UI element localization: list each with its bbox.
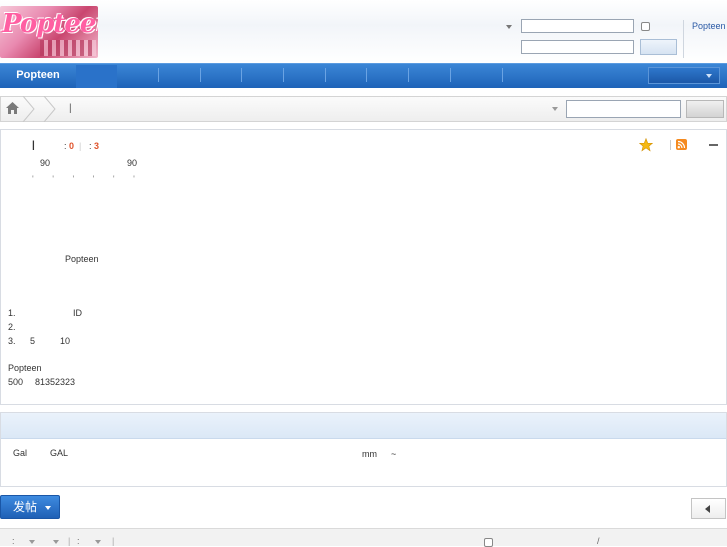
breadcrumb-chevron-icon bbox=[43, 96, 56, 122]
new-post-label: 发帖 bbox=[13, 500, 38, 514]
password-input[interactable] bbox=[521, 40, 634, 54]
breadcrumb-current[interactable]: | bbox=[69, 103, 72, 114]
search-scope-dropdown-icon[interactable] bbox=[552, 107, 558, 111]
thread-meta-unit: mm bbox=[362, 449, 377, 459]
rule-item-2-number: 2. bbox=[8, 322, 16, 332]
footer-number: 81352323 bbox=[35, 377, 76, 387]
breadcrumb-chevron-icon bbox=[22, 96, 35, 122]
logo-decoration bbox=[40, 40, 96, 56]
filter-bar bbox=[0, 528, 727, 546]
chevron-left-icon bbox=[705, 505, 710, 513]
login-type-dropdown-icon[interactable] bbox=[506, 25, 512, 29]
thread-meta-range: ~ bbox=[391, 449, 397, 459]
new-post-button[interactable]: 发帖 bbox=[0, 495, 60, 519]
stat-left-value: 90 bbox=[40, 158, 51, 168]
username-input[interactable] bbox=[521, 19, 634, 33]
nav-divider bbox=[283, 68, 284, 82]
action-divider bbox=[670, 140, 671, 150]
new-window-checkbox[interactable] bbox=[484, 538, 493, 547]
login-button[interactable] bbox=[640, 39, 677, 55]
today-posts-label: : bbox=[64, 141, 67, 151]
nav-divider bbox=[366, 68, 367, 82]
favorite-star-icon[interactable] bbox=[639, 138, 653, 152]
nav-divider bbox=[450, 68, 451, 82]
pager-prev-button[interactable] bbox=[691, 498, 726, 519]
chevron-down-icon bbox=[45, 506, 51, 510]
chevron-down-icon bbox=[706, 74, 712, 78]
search-button[interactable] bbox=[686, 100, 724, 118]
rule-item-3-value-b: 10 bbox=[60, 336, 71, 346]
today-posts-count: 0 bbox=[69, 141, 75, 151]
logo-text: Popteen bbox=[2, 9, 98, 39]
moderators-list[interactable]: ' ' ' ' ' ' bbox=[32, 174, 143, 184]
nav-divider bbox=[502, 68, 503, 82]
stat-right-value: 90 bbox=[127, 158, 138, 168]
filter-order-dropdown-icon[interactable] bbox=[95, 540, 101, 544]
footer-name: Popteen bbox=[8, 363, 42, 373]
rss-icon[interactable] bbox=[676, 139, 687, 150]
stats-divider: | bbox=[79, 141, 82, 151]
rules-title: Popteen bbox=[65, 254, 99, 264]
nav-divider bbox=[200, 68, 201, 82]
footer-count: 500 bbox=[8, 377, 24, 387]
rule-item-1-number: 1. bbox=[8, 308, 16, 318]
header-divider bbox=[683, 20, 684, 58]
rule-item-3-value-a: 5 bbox=[30, 336, 36, 346]
home-icon[interactable] bbox=[6, 102, 19, 114]
forum-title: | bbox=[32, 140, 35, 151]
forum-info-panel bbox=[0, 129, 727, 405]
remember-checkbox[interactable] bbox=[641, 22, 650, 31]
total-threads-label: : bbox=[89, 141, 92, 151]
collapse-icon[interactable] bbox=[709, 144, 718, 146]
nav-quick-dropdown[interactable] bbox=[648, 67, 720, 84]
rule-item-3-number: 3. bbox=[8, 336, 16, 346]
rule-item-1-text: ID bbox=[73, 308, 82, 318]
nav-item-active[interactable] bbox=[76, 65, 117, 88]
nav-divider bbox=[158, 68, 159, 82]
nav-divider bbox=[408, 68, 409, 82]
total-threads-count: 3 bbox=[94, 141, 100, 151]
filter-time-dropdown-icon[interactable] bbox=[53, 540, 59, 544]
nav-item-home[interactable]: Popteen bbox=[0, 63, 76, 88]
thread-category-1[interactable]: Gal bbox=[13, 448, 27, 458]
nav-divider bbox=[241, 68, 242, 82]
site-link[interactable]: Popteen bbox=[692, 21, 726, 31]
thread-list-header bbox=[1, 413, 726, 439]
thread-category-2[interactable]: GAL bbox=[50, 448, 68, 458]
nav-divider bbox=[325, 68, 326, 82]
site-logo[interactable]: Popteen bbox=[0, 6, 98, 58]
filter-type-dropdown-icon[interactable] bbox=[29, 540, 35, 544]
search-input[interactable] bbox=[566, 100, 681, 118]
